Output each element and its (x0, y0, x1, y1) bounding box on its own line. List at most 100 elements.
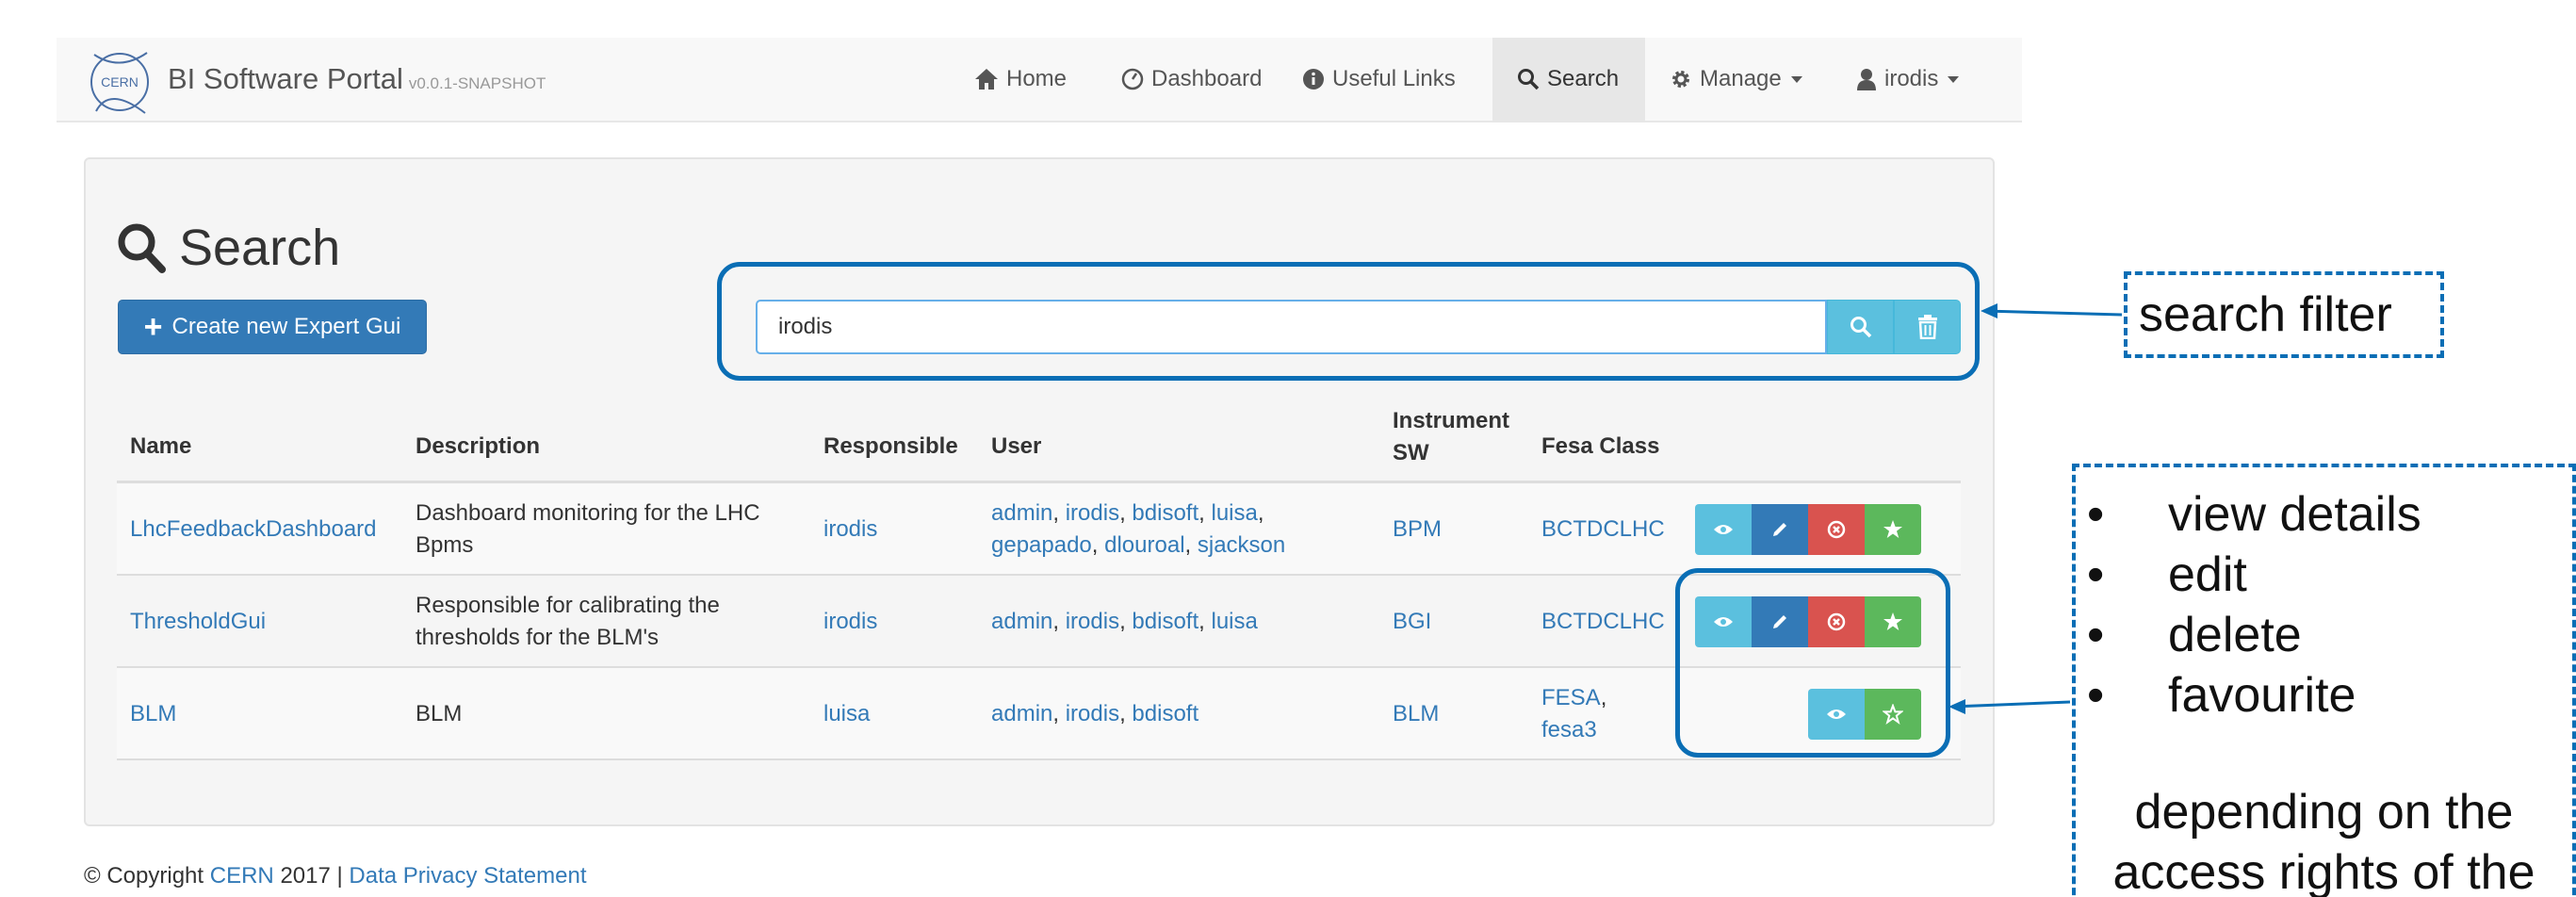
col-header-user[interactable]: User (991, 433, 1041, 460)
caret-down-icon (1948, 75, 1960, 83)
row-instrument-link[interactable]: BPM (1393, 514, 1442, 546)
page-title: Search (117, 219, 340, 277)
row-fesa-link[interactable]: BCTDCLHC (1541, 606, 1665, 638)
user-icon (1857, 69, 1876, 90)
user-link[interactable]: bdisoft (1132, 500, 1198, 526)
row-name-link[interactable]: BLM (130, 698, 176, 730)
row-description-line1: Responsible for calibrating the (416, 593, 720, 618)
row-responsible-link[interactable]: luisa (823, 698, 870, 730)
user-link[interactable]: irodis (1066, 701, 1119, 726)
nav-search-label: Search (1547, 66, 1620, 91)
row-description: Dashboard monitoring for the LHC Bpms (416, 497, 760, 562)
user-link[interactable]: luisa (1211, 609, 1257, 634)
callout-note: depending on the access rights of the (2076, 782, 2572, 897)
row-fesa-link[interactable]: BCTDCLHC (1541, 514, 1665, 546)
search-icon (1518, 69, 1540, 90)
row-fesa-link[interactable]: FESA (1541, 685, 1601, 710)
user-link[interactable]: admin (991, 609, 1052, 634)
cern-link[interactable]: CERN (210, 863, 274, 889)
callout-note-line2: access rights of the (2112, 845, 2535, 897)
user-link[interactable]: irodis (1066, 500, 1119, 526)
actions-callout-list: view details edit delete favourite (2087, 484, 2421, 726)
row-description-line1: BLM (416, 701, 463, 726)
view-details-button[interactable] (1695, 504, 1752, 555)
user-link[interactable]: sjackson (1198, 532, 1285, 558)
col-header-description[interactable]: Description (416, 433, 540, 460)
row-description-line2: Bpms (416, 532, 474, 558)
callout-item-delete: delete (2087, 605, 2421, 665)
row-responsible-link[interactable]: irodis (823, 514, 877, 546)
user-link[interactable]: bdisoft (1132, 609, 1198, 634)
row-users: admin, irodis, bdisoft, luisa, gepapado,… (991, 500, 1286, 558)
remove-circle-icon (1827, 520, 1846, 539)
nav-useful-links[interactable]: Useful Links (1278, 38, 1480, 121)
footer-year: 2017 | (280, 863, 343, 889)
user-link[interactable]: gepapado (991, 532, 1092, 558)
row-description: BLM (416, 698, 462, 730)
brand-name: BI Software Portal (168, 62, 403, 95)
create-expert-gui-button[interactable]: + Create new Expert Gui (118, 300, 427, 354)
star-icon (1883, 520, 1902, 538)
search-icon (118, 223, 166, 273)
row-instrument-link[interactable]: BGI (1393, 606, 1431, 638)
plus-icon: + (143, 309, 163, 345)
row-description-line1: Dashboard monitoring for the LHC (416, 500, 760, 526)
favourite-button[interactable] (1865, 504, 1921, 555)
edit-button[interactable] (1752, 504, 1808, 555)
row-description: Responsible for calibrating the threshol… (416, 590, 720, 654)
nav-manage-dropdown[interactable]: Manage (1645, 38, 1827, 121)
table-row: LhcFeedbackDashboard Dashboard monitorin… (117, 483, 1961, 576)
gear-icon (1672, 71, 1689, 88)
brand[interactable]: BI Software Portal v0.0.1-SNAPSHOT (168, 62, 546, 96)
user-link[interactable]: admin (991, 701, 1052, 726)
search-filter-callout-text: search filter (2139, 287, 2392, 342)
privacy-statement-link[interactable]: Data Privacy Statement (349, 863, 586, 889)
nav-search[interactable]: Search (1492, 38, 1645, 121)
nav-dashboard-label: Dashboard (1151, 66, 1263, 91)
row-fesa-link[interactable]: fesa3 (1541, 717, 1597, 742)
col-header-instrument-line2: SW (1393, 440, 1429, 465)
row-users: admin, irodis, bdisoft, luisa (991, 609, 1258, 634)
search-filter-arrow (1983, 309, 2123, 317)
home-icon (975, 69, 998, 90)
row-description-line2: thresholds for the BLM's (416, 625, 660, 650)
user-link[interactable]: dlouroal (1104, 532, 1184, 558)
user-link[interactable]: admin (991, 500, 1052, 526)
page-title-text: Search (179, 220, 341, 276)
delete-button[interactable] (1808, 504, 1865, 555)
search-filter-highlight (717, 262, 1980, 381)
user-link[interactable]: luisa (1211, 500, 1257, 526)
footer-copyright: © Copyright (84, 863, 204, 889)
info-icon (1303, 69, 1324, 90)
row-instrument-link[interactable]: BLM (1393, 698, 1439, 730)
eye-icon (1714, 525, 1733, 534)
cern-logo[interactable]: CERN (81, 43, 158, 121)
callout-note-line1: depending on the (2134, 785, 2514, 840)
user-link[interactable]: irodis (1066, 609, 1119, 634)
dashboard-icon (1121, 68, 1144, 90)
actions-callout: view details edit delete favourite depen… (2072, 464, 2576, 897)
footer: © Copyright CERN 2017 | Data Privacy Sta… (84, 863, 587, 889)
row-users: admin, irodis, bdisoft (991, 701, 1199, 726)
col-header-fesa-class[interactable]: Fesa Class (1541, 433, 1659, 460)
create-button-label: Create new Expert Gui (171, 314, 401, 339)
nav-manage-label: Manage (1700, 66, 1782, 91)
row-name-link[interactable]: ThresholdGui (130, 606, 266, 638)
col-header-name[interactable]: Name (130, 433, 191, 460)
nav-home[interactable]: Home (950, 38, 1091, 121)
row-name-link[interactable]: LhcFeedbackDashboard (130, 514, 377, 546)
col-header-instrument[interactable]: Instrument SW (1393, 405, 1509, 469)
search-filter-callout: search filter (2124, 271, 2444, 358)
callout-item-edit: edit (2087, 545, 2421, 605)
pencil-icon (1773, 523, 1786, 536)
action-buttons-highlight (1675, 568, 1950, 758)
user-link[interactable]: bdisoft (1132, 701, 1198, 726)
nav-dashboard[interactable]: Dashboard (1097, 38, 1286, 121)
col-header-instrument-line1: Instrument (1393, 408, 1510, 433)
nav-user-dropdown[interactable]: irodis (1832, 38, 1983, 121)
cern-logo-text: CERN (101, 74, 139, 90)
col-header-responsible[interactable]: Responsible (823, 433, 958, 460)
callout-item-favourite: favourite (2087, 665, 2421, 726)
row-responsible-link[interactable]: irodis (823, 606, 877, 638)
navbar: CERN BI Software Portal v0.0.1-SNAPSHOT H… (57, 38, 2022, 122)
